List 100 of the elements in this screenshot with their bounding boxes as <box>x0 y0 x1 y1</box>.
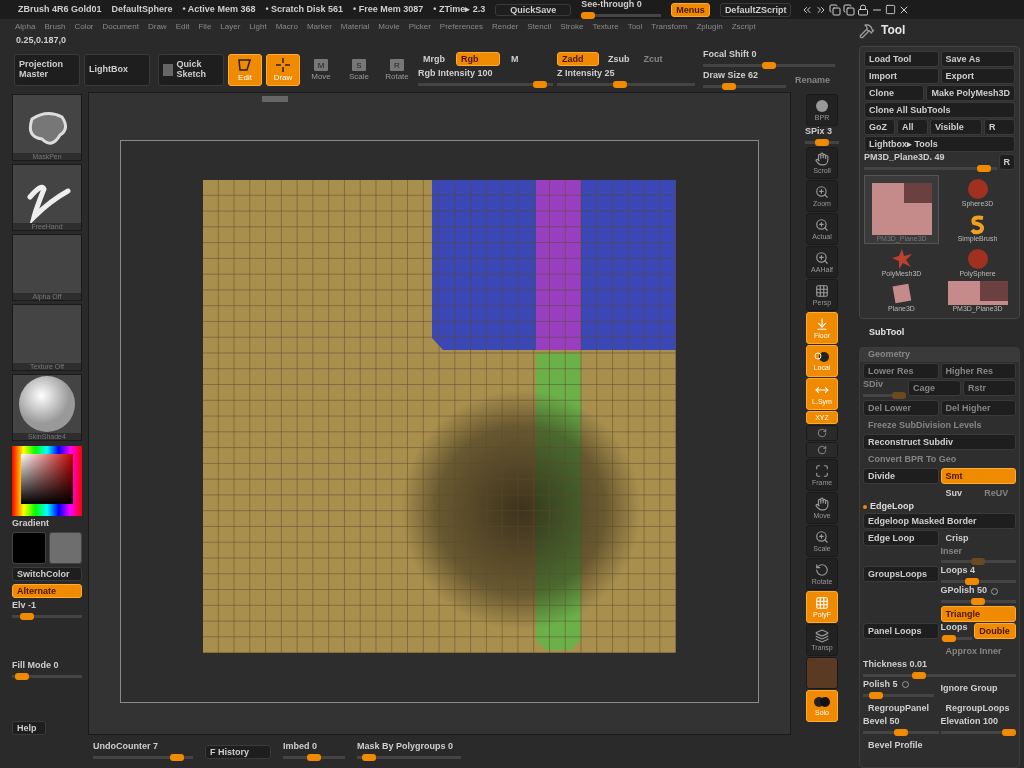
mode-button[interactable]: R Rotate <box>380 54 414 86</box>
slider-thumb[interactable] <box>815 138 829 146</box>
quick-sketch-button[interactable]: Quick Sketch <box>158 54 224 86</box>
menu-item[interactable]: Draw <box>147 22 167 31</box>
slider-track[interactable] <box>12 672 82 680</box>
color-picker[interactable] <box>12 446 82 516</box>
mode-button[interactable]: S Scale <box>342 54 376 86</box>
panel-button[interactable]: Crisp <box>940 529 1016 546</box>
slider-thumb[interactable] <box>532 80 547 88</box>
slider-thumb[interactable] <box>868 691 883 699</box>
panel-button[interactable]: Visible <box>930 119 982 135</box>
panel-button[interactable]: Edge Loop <box>863 529 939 546</box>
slider-track[interactable] <box>940 578 1016 586</box>
menu-item[interactable]: Transform <box>651 22 688 31</box>
menu-item[interactable]: Color <box>74 22 94 31</box>
slider-thumb[interactable] <box>942 635 957 643</box>
slider-thumb[interactable] <box>20 612 35 620</box>
panel-button[interactable]: All <box>897 119 928 135</box>
menu-item[interactable]: Zscript <box>731 22 756 31</box>
menu-item[interactable]: Zplugin <box>696 22 723 31</box>
slider-thumb[interactable] <box>976 164 991 172</box>
panel-button[interactable]: Double <box>974 623 1016 640</box>
menus-button[interactable]: Menus <box>671 2 710 17</box>
panel-button[interactable]: GoZ <box>864 119 895 135</box>
z-mode-toggle[interactable]: Zadd <box>557 52 599 67</box>
panel-button[interactable]: Clone <box>864 85 925 101</box>
menu-item[interactable]: Layer <box>220 22 241 31</box>
menu-item[interactable]: Stencil <box>527 22 552 31</box>
menu-item[interactable]: Render <box>492 22 519 31</box>
slider-track[interactable] <box>940 635 973 643</box>
slider-thumb[interactable] <box>361 753 376 761</box>
slider-thumb[interactable] <box>307 753 321 761</box>
slider-thumb[interactable] <box>14 672 29 680</box>
slider-track[interactable] <box>863 691 934 699</box>
menu-item[interactable]: Macro <box>275 22 298 31</box>
panel-button[interactable]: Lightbox▸ Tools <box>864 136 1015 152</box>
slider-thumb[interactable] <box>1002 728 1016 736</box>
slider-track[interactable] <box>581 11 662 19</box>
color-swatch[interactable] <box>12 531 46 564</box>
panel-button[interactable]: RegroupPanel <box>863 699 939 716</box>
slider-thumb[interactable] <box>170 753 185 761</box>
slider-thumb[interactable] <box>893 728 908 736</box>
z-mode-toggle[interactable]: Zsub <box>603 52 635 67</box>
menu-item[interactable]: File <box>198 22 212 31</box>
windows-icon[interactable] <box>843 3 856 16</box>
help-button[interactable]: Help <box>12 721 46 735</box>
panel-button[interactable]: Ignore Group <box>935 680 1016 696</box>
alternate-button[interactable]: Alternate <box>12 583 82 598</box>
menu-item[interactable]: Movie <box>378 22 400 31</box>
menu-item[interactable]: Texture <box>592 22 619 31</box>
color-mode-toggle[interactable]: Rgb <box>456 52 500 67</box>
slider-track[interactable] <box>863 391 906 399</box>
panel-button[interactable]: Smt <box>940 467 1016 484</box>
menu-item[interactable]: Material <box>340 22 370 31</box>
panel-button[interactable]: R <box>984 119 1015 135</box>
rotate-button[interactable] <box>806 441 838 458</box>
panel-button[interactable]: GroupsLoops <box>863 566 939 583</box>
projection-master-button[interactable]: Projection Master <box>14 54 80 86</box>
slider-thumb[interactable] <box>721 82 736 90</box>
color-swatch[interactable] <box>48 531 82 564</box>
menu-item[interactable]: Marker <box>306 22 332 31</box>
menu-item[interactable]: Edit <box>175 22 190 31</box>
panel-button[interactable]: RegroupLoops <box>940 699 1016 716</box>
switch-color-button[interactable]: SwitchColor <box>12 566 82 581</box>
panel-button[interactable]: Triangle <box>940 606 1016 623</box>
slider-thumb[interactable] <box>581 11 596 19</box>
menu-item[interactable]: Preferences <box>439 22 483 31</box>
windows-icon[interactable] <box>829 3 842 16</box>
rotate-button[interactable] <box>806 424 838 441</box>
scroll-handle[interactable] <box>261 96 288 102</box>
history-button[interactable]: F History <box>205 744 271 759</box>
slider-track[interactable] <box>863 672 1016 679</box>
menu-item[interactable]: Document <box>102 22 139 31</box>
panel-button[interactable]: Edgeloop Masked Border <box>863 512 1016 529</box>
script-button[interactable]: DefaultZScript <box>719 2 792 17</box>
panel-button[interactable]: Clone All SubTools <box>864 102 1015 118</box>
slider-track[interactable] <box>940 598 1016 606</box>
menu-item[interactable]: Stroke <box>560 22 584 31</box>
slider-thumb[interactable] <box>971 598 986 606</box>
menu-item[interactable]: Light <box>249 22 267 31</box>
menu-item[interactable]: Tool <box>627 22 643 31</box>
panel-button[interactable]: Suv <box>940 484 978 501</box>
color-mode-toggle[interactable]: M <box>506 52 524 67</box>
slider-thumb[interactable] <box>762 62 776 69</box>
slider-track[interactable] <box>864 164 997 172</box>
panel-button[interactable]: Make PolyMesh3D <box>926 85 1015 101</box>
maximize-icon[interactable] <box>885 4 897 15</box>
panel-button[interactable]: Bevel Profile <box>863 736 1016 753</box>
panel-button[interactable]: Panel Loops <box>863 623 939 640</box>
slider-thumb[interactable] <box>965 578 980 586</box>
panel-button[interactable]: Reconstruct Subdiv <box>863 433 1016 450</box>
slider-track[interactable] <box>940 558 1016 566</box>
quicksave-button[interactable]: QuickSave <box>495 3 572 16</box>
panel-button[interactable]: Import <box>864 68 939 84</box>
reset-button[interactable]: R <box>998 154 1015 171</box>
menu-item[interactable]: Picker <box>408 22 431 31</box>
menu-item[interactable]: Alpha <box>15 22 36 31</box>
menu-item[interactable]: Brush <box>44 22 66 31</box>
panel-button[interactable]: Load Tool <box>864 51 939 67</box>
slider-thumb[interactable] <box>612 80 627 88</box>
